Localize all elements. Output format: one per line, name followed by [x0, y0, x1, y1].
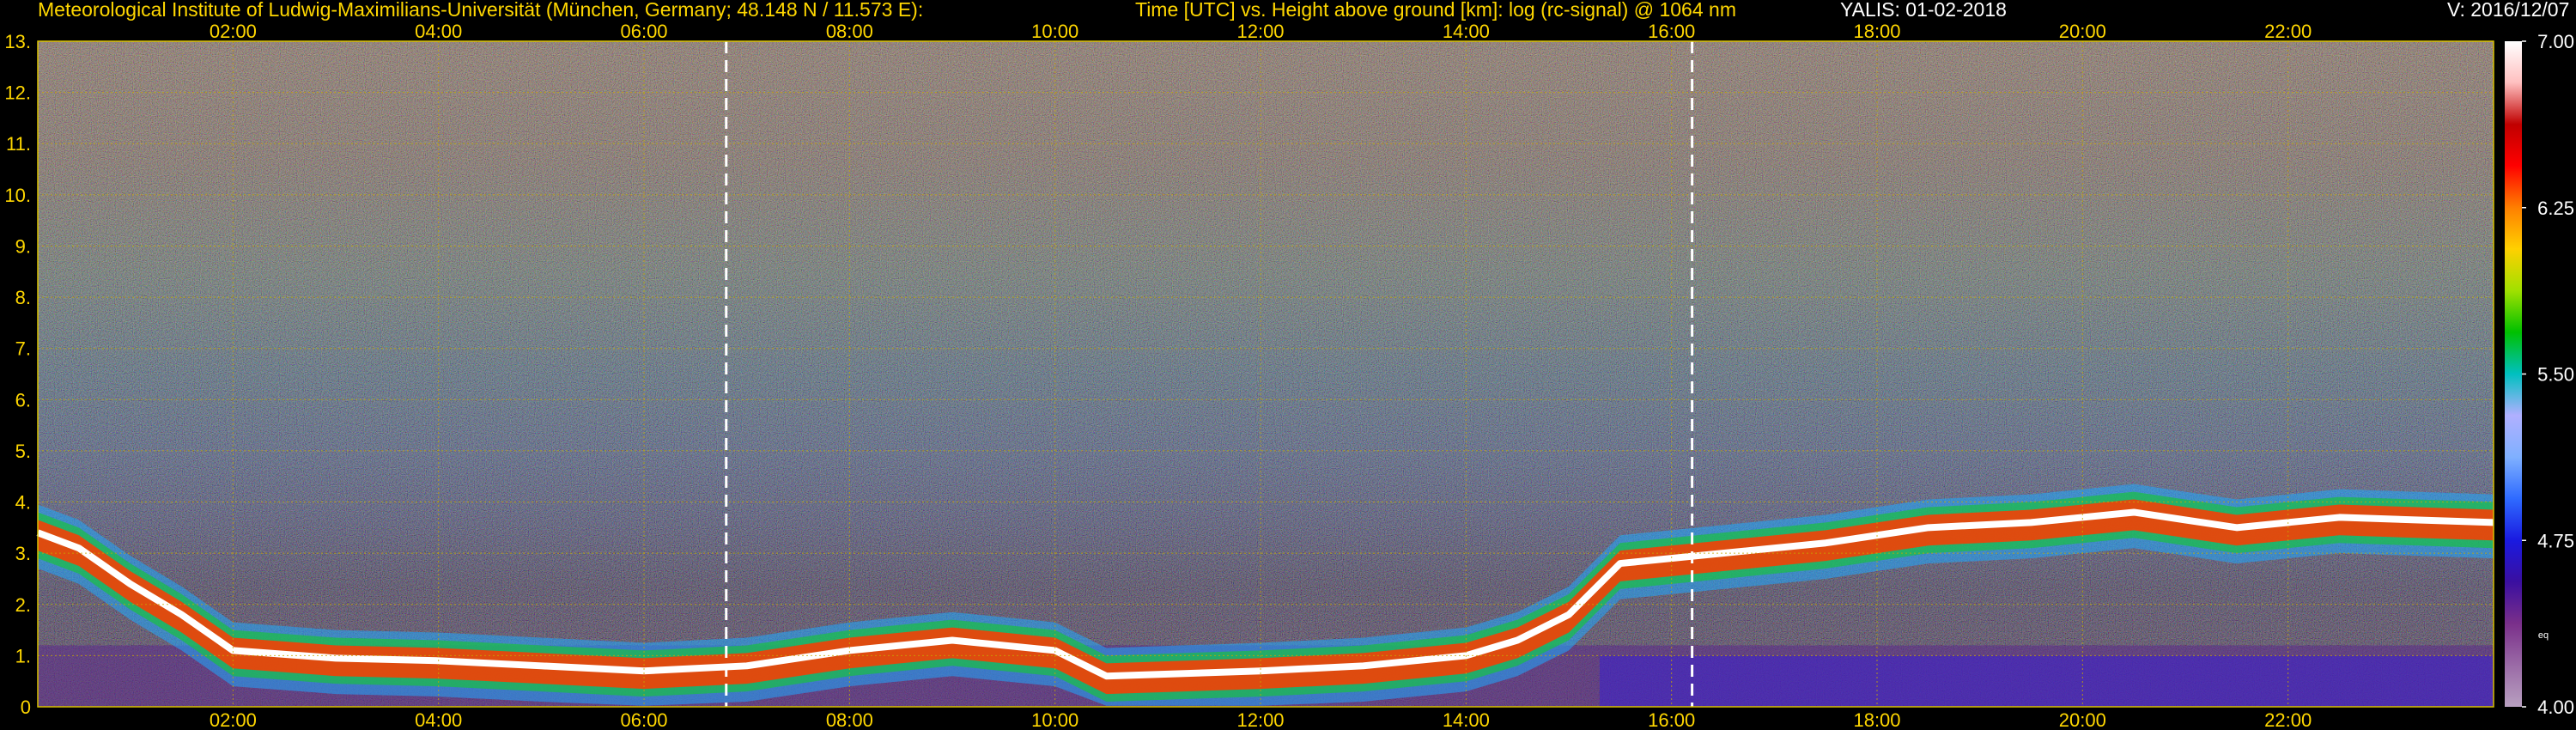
x-tick-label-bottom: 18:00	[1853, 709, 1900, 730]
heatmap-noise	[38, 41, 2494, 707]
x-tick-label-top: 22:00	[2264, 21, 2312, 42]
x-tick-label-bottom: 14:00	[1443, 709, 1490, 730]
y-tick-label: 1.	[15, 645, 31, 666]
colorbar-tick-label: 5.50	[2537, 364, 2574, 386]
x-tick-label-top: 08:00	[826, 21, 873, 42]
y-tick-label: 5.	[15, 441, 31, 462]
x-tick-label-bottom: 10:00	[1031, 709, 1078, 730]
x-tick-label-top: 14:00	[1443, 21, 1490, 42]
y-tick-label: 12.	[4, 82, 31, 104]
lidar-quicklook: Meteorological Institute of Ludwig-Maxim…	[0, 0, 2576, 730]
x-tick-label-top: 06:00	[620, 21, 667, 42]
colorbar	[2505, 41, 2522, 707]
colorbar-note: eq	[2538, 630, 2549, 641]
colorbar-tick-label: 4.00	[2537, 697, 2574, 718]
y-tick-label: 9.	[15, 235, 31, 257]
x-tick-label-top: 18:00	[1853, 21, 1900, 42]
heatmap-plot: 0 1. 2. 3. 4. 5. 6. 7. 8. 9. 10. 11. 12. 13. 02:00 02:0…	[4, 21, 2574, 730]
y-tick-label: 10.	[4, 185, 31, 206]
y-tick-label: 11.	[6, 133, 31, 155]
y-tick-label: 0	[21, 697, 31, 718]
x-tick-label-bottom: 06:00	[620, 709, 667, 730]
x-tick-label-bottom: 22:00	[2264, 709, 2312, 730]
x-tick-label-top: 10:00	[1031, 21, 1078, 42]
x-tick-label-bottom: 08:00	[826, 709, 873, 730]
x-tick-label-bottom: 02:00	[210, 709, 257, 730]
colorbar-tick-label: 6.25	[2537, 198, 2574, 219]
y-tick-label: 2.	[15, 594, 31, 616]
y-tick-label: 13.	[4, 31, 31, 52]
colorbar-tick-label: 4.75	[2537, 530, 2574, 551]
x-tick-label-bottom: 20:00	[2059, 709, 2106, 730]
y-tick-label: 7.	[15, 338, 31, 360]
x-tick-label-bottom: 16:00	[1648, 709, 1695, 730]
y-tick-label: 4.	[15, 492, 31, 514]
aerosol-layer-evening	[1599, 655, 2494, 707]
x-tick-label-bottom: 12:00	[1236, 709, 1284, 730]
x-tick-label-top: 04:00	[415, 21, 462, 42]
y-tick-label: 8.	[15, 287, 31, 308]
x-tick-label-top: 12:00	[1236, 21, 1284, 42]
colorbar-tick-label: 7.00	[2537, 31, 2574, 52]
x-tick-label-top: 20:00	[2059, 21, 2106, 42]
y-tick-label: 3.	[15, 543, 31, 564]
x-tick-label-top: 02:00	[210, 21, 257, 42]
x-tick-label-top: 16:00	[1648, 21, 1695, 42]
x-tick-label-bottom: 04:00	[415, 709, 462, 730]
y-tick-label: 6.	[15, 389, 31, 411]
